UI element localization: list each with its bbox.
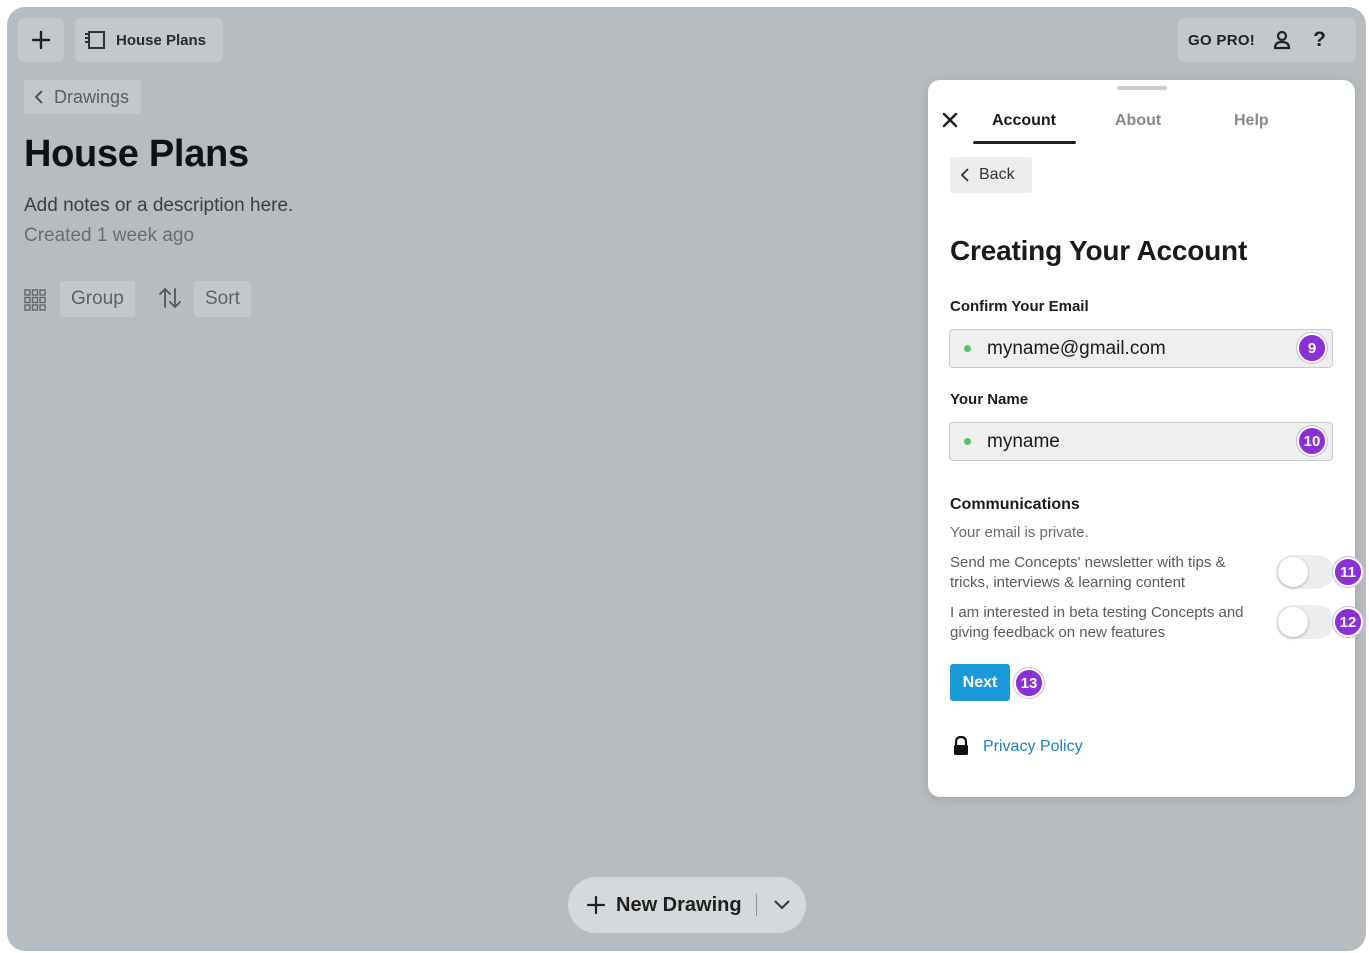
tab-about[interactable]: About [1115,112,1161,130]
step-badge: 10 [1297,426,1327,456]
email-value: myname@gmail.com [987,337,1166,359]
add-button[interactable] [18,18,64,62]
panel-title: Creating Your Account [950,235,1248,266]
step-badge: 13 [1014,668,1044,698]
new-drawing-label: New Drawing [616,893,742,916]
beta-toggle[interactable] [1276,605,1334,639]
back-button[interactable]: Back [950,157,1032,193]
name-value: myname [987,430,1060,452]
go-pro-button[interactable]: GO PRO! [1188,32,1255,49]
tab-help[interactable]: Help [1234,112,1269,130]
breadcrumb[interactable]: Drawings [24,80,142,114]
document-icon [85,31,105,49]
beta-option-text: I am interested in beta testing Concepts… [950,604,1244,641]
plus-icon [586,895,606,915]
chevron-left-icon [961,168,969,182]
communications-title: Communications [950,496,1080,513]
sort-button[interactable]: Sort [194,281,251,317]
grid-icon[interactable] [24,289,46,311]
step-badge: 12 [1333,607,1363,637]
sort-icon[interactable] [158,287,182,309]
sort-label: Sort [205,288,240,309]
toggle-knob [1278,607,1308,637]
page-description[interactable]: Add notes or a description here. [24,195,293,217]
back-label: Back [979,166,1015,183]
document-name: House Plans [116,31,207,49]
app-canvas: House Plans GO PRO! ? Drawings House Pla… [7,7,1366,951]
step-badge: 9 [1297,333,1327,363]
email-field[interactable]: myname@gmail.com [949,329,1333,368]
help-button[interactable]: ? [1313,28,1326,52]
plus-icon [31,30,51,50]
communications-subtitle: Your email is private. [950,524,1089,541]
name-label: Your Name [950,391,1029,408]
name-field[interactable]: myname [949,422,1333,461]
email-label: Confirm Your Email [950,298,1089,315]
toggle-knob [1278,557,1308,587]
step-badge: 11 [1333,557,1363,587]
newsletter-option-text: Send me Concepts' newsletter with tips &… [950,554,1226,591]
group-label: Group [71,288,124,309]
account-panel: Account About Help Back Creating Your Ac… [928,80,1363,797]
page-title: House Plans [24,133,249,175]
new-drawing-button[interactable]: New Drawing [568,877,806,933]
account-toolbar: GO PRO! ? [1178,18,1356,62]
privacy-policy-link[interactable]: Privacy Policy [983,738,1083,756]
status-dot [964,345,971,352]
chevron-left-icon [34,90,43,104]
status-dot [964,438,971,445]
user-icon[interactable] [1273,30,1291,50]
breadcrumb-label: Drawings [54,86,130,107]
tab-account[interactable]: Account [992,112,1056,130]
close-icon[interactable] [942,112,958,128]
drag-handle[interactable] [1117,86,1167,90]
next-button[interactable]: Next [950,664,1010,701]
next-label: Next [962,673,998,691]
divider [755,894,757,916]
lock-icon [954,736,968,755]
group-button[interactable]: Group [60,281,135,317]
newsletter-toggle[interactable] [1276,555,1334,589]
created-timestamp: Created 1 week ago [24,225,195,246]
chevron-down-icon[interactable] [773,899,791,911]
active-tab-indicator [973,141,1076,144]
document-menu-button[interactable]: House Plans [75,18,223,62]
